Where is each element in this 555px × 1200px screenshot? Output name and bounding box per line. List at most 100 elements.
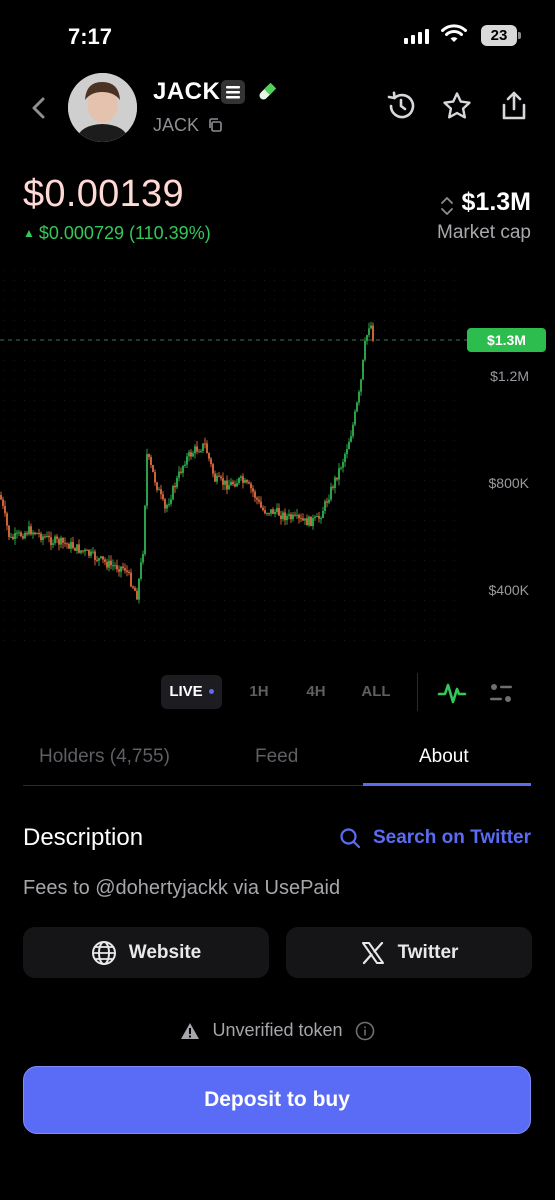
twitter-button[interactable]: Twitter bbox=[286, 927, 532, 978]
candle-body bbox=[8, 525, 10, 538]
tab-feed[interactable]: Feed bbox=[255, 746, 298, 768]
status-bar: 7:17 23 bbox=[0, 0, 555, 70]
candle-body bbox=[340, 467, 342, 469]
candle-body bbox=[44, 536, 46, 538]
tab-about[interactable]: About bbox=[419, 746, 469, 768]
candles bbox=[0, 321, 374, 604]
candle-body bbox=[260, 501, 262, 508]
candle-body bbox=[326, 501, 328, 503]
candle-body bbox=[314, 516, 316, 519]
star-icon[interactable] bbox=[441, 90, 473, 122]
candle-body bbox=[124, 568, 126, 571]
candle-body bbox=[50, 537, 52, 545]
token-name: JACK bbox=[153, 78, 221, 105]
candle-body bbox=[316, 516, 318, 518]
candle-body bbox=[360, 379, 362, 392]
candle-body bbox=[240, 476, 242, 478]
candle-body bbox=[358, 391, 360, 403]
candle-body bbox=[174, 485, 176, 488]
candle-body bbox=[14, 533, 16, 540]
website-button[interactable]: Website bbox=[23, 927, 269, 978]
search-twitter-label: Search on Twitter bbox=[372, 827, 531, 848]
candle-body bbox=[276, 507, 278, 512]
candle-body bbox=[282, 512, 284, 520]
tab-holders[interactable]: Holders (4,755) bbox=[39, 746, 170, 768]
candle-body bbox=[142, 554, 144, 563]
candle-body bbox=[206, 443, 208, 454]
candle-body bbox=[250, 483, 252, 489]
candle-body bbox=[324, 501, 326, 511]
candle-body bbox=[266, 513, 268, 515]
candle-body bbox=[86, 549, 88, 551]
candle-body bbox=[132, 586, 134, 588]
y-tick-label: $1.2M bbox=[490, 368, 529, 384]
share-icon[interactable] bbox=[498, 90, 530, 122]
candle-body bbox=[82, 550, 84, 552]
candle-body bbox=[168, 503, 170, 505]
candle-body bbox=[350, 436, 352, 442]
candle-body bbox=[22, 536, 24, 539]
deposit-to-buy-button[interactable]: Deposit to buy bbox=[23, 1066, 531, 1134]
timeframe-4h[interactable]: 4H bbox=[296, 675, 336, 709]
token-header: JACK JACK bbox=[0, 70, 555, 150]
candle-body bbox=[178, 471, 180, 478]
candle-body bbox=[18, 532, 20, 534]
info-icon[interactable] bbox=[355, 1021, 375, 1041]
candle-body bbox=[24, 532, 26, 539]
candle-body bbox=[202, 443, 204, 451]
candle-body bbox=[288, 514, 290, 516]
candle-body bbox=[274, 511, 276, 514]
candle-body bbox=[232, 481, 234, 485]
candle-body bbox=[166, 504, 168, 509]
candle-body bbox=[228, 485, 230, 490]
candle-body bbox=[40, 533, 42, 541]
search-icon bbox=[340, 828, 361, 849]
back-chevron-icon[interactable] bbox=[28, 95, 50, 121]
candle-body bbox=[312, 518, 314, 527]
sort-toggle-icon[interactable] bbox=[440, 195, 454, 217]
candle-body bbox=[346, 449, 348, 454]
candle-body bbox=[34, 532, 36, 535]
tab-bar: Holders (4,755) Feed About bbox=[23, 738, 531, 786]
candle-body bbox=[172, 485, 174, 500]
timeframe-1h[interactable]: 1H bbox=[240, 675, 278, 709]
price-chart[interactable]: $1.3M $1.2M $800K $400K bbox=[0, 250, 555, 670]
candle-body bbox=[210, 458, 212, 465]
solana-badge-icon bbox=[221, 80, 245, 104]
candle-body bbox=[354, 411, 356, 425]
market-cap-label: Market cap bbox=[437, 222, 531, 243]
candle-body bbox=[270, 509, 272, 514]
y-tick-label: $800K bbox=[488, 475, 529, 491]
candle-body bbox=[306, 518, 308, 526]
candle-body bbox=[248, 482, 250, 484]
candle-body bbox=[290, 514, 292, 520]
candle-body bbox=[0, 495, 2, 500]
candle-body bbox=[298, 514, 300, 518]
history-icon[interactable] bbox=[385, 90, 417, 122]
candle-body bbox=[84, 549, 86, 552]
description-heading: Description bbox=[23, 824, 144, 851]
candle-body bbox=[98, 558, 100, 561]
candle-body bbox=[204, 443, 206, 445]
chart-settings-icon[interactable] bbox=[487, 679, 515, 707]
candle-body bbox=[238, 477, 240, 484]
candle-body bbox=[192, 453, 194, 457]
candle-body bbox=[148, 454, 150, 458]
candle-body bbox=[10, 536, 12, 538]
timeframe-live[interactable]: LIVE bbox=[161, 675, 222, 709]
candle-body bbox=[150, 457, 152, 466]
candle-body bbox=[212, 464, 214, 474]
candle-body bbox=[164, 499, 166, 509]
candle-body bbox=[262, 507, 264, 511]
timeframe-all[interactable]: ALL bbox=[354, 675, 398, 709]
price-change-value: $0.000729 (110.39%) bbox=[38, 223, 211, 243]
y-tick-label: $400K bbox=[488, 582, 529, 598]
line-chart-icon[interactable] bbox=[437, 679, 467, 707]
candle-body bbox=[136, 590, 138, 600]
candle-body bbox=[130, 572, 132, 587]
candle-body bbox=[224, 480, 226, 485]
candle-body bbox=[328, 499, 330, 503]
search-twitter-link[interactable]: Search on Twitter bbox=[339, 827, 531, 849]
copy-icon[interactable] bbox=[207, 117, 223, 133]
candle-body bbox=[258, 499, 260, 502]
